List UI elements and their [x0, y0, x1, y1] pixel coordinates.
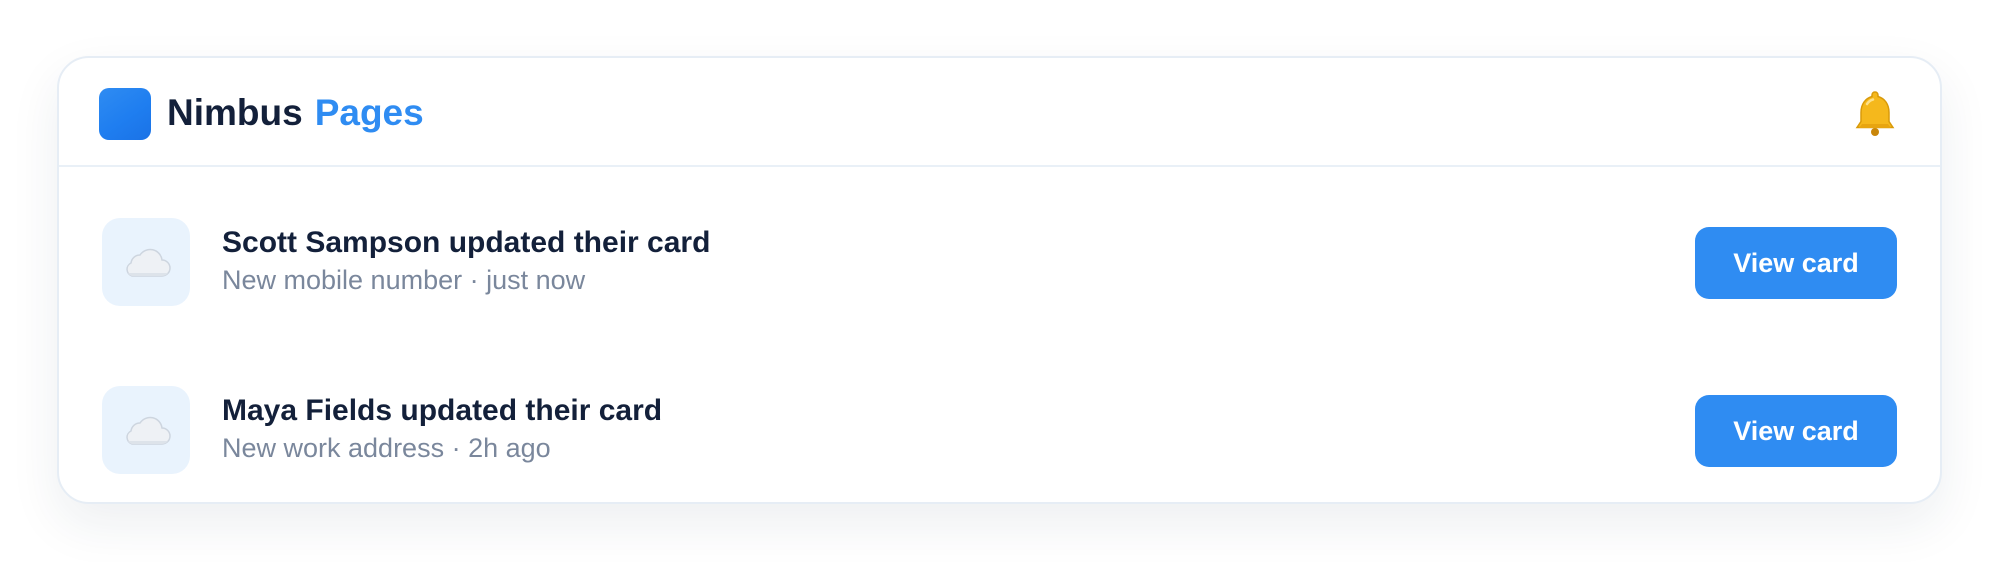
- brand: Nimbus Pages: [167, 91, 424, 135]
- notification-item: Scott Sampson updated their card New mob…: [59, 217, 1940, 309]
- view-card-button[interactable]: View card: [1695, 395, 1897, 467]
- notification-title: Scott Sampson updated their card: [222, 226, 711, 259]
- notification-thumbnail: [102, 386, 190, 474]
- notification-subtitle: New mobile number · just now: [222, 265, 586, 295]
- notification-thumbnail: [102, 218, 190, 306]
- notification-title: Maya Fields updated their card: [222, 394, 663, 427]
- notifications-card: Nimbus Pages Scott Sampson updated their …: [57, 56, 1942, 504]
- app-logo-icon[interactable]: [99, 88, 151, 140]
- view-card-button[interactable]: View card: [1695, 227, 1897, 299]
- cloud-icon: [126, 248, 171, 277]
- bell-icon[interactable]: [1850, 88, 1900, 138]
- card-header: Nimbus Pages: [59, 58, 1940, 167]
- brand-name: Nimbus: [167, 92, 303, 133]
- brand-product: Pages: [314, 92, 424, 133]
- notification-subtitle: New work address · 2h ago: [222, 433, 551, 463]
- notification-item: Maya Fields updated their card New work …: [59, 385, 1940, 477]
- cloud-icon: [126, 416, 171, 445]
